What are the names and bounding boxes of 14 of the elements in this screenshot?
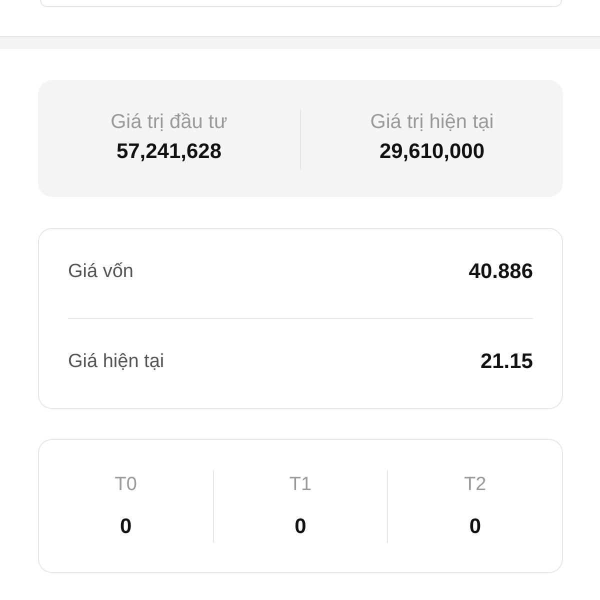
price-label: Giá hiện tại <box>68 350 164 372</box>
summary-value: 29,610,000 <box>379 140 485 164</box>
settlement-label: T2 <box>464 474 486 496</box>
price-value: 21.15 <box>480 350 533 374</box>
summary-label: Giá trị đầu tư <box>110 110 228 134</box>
summary-label: Giá trị hiện tại <box>370 110 494 134</box>
settlement-value: 0 <box>469 516 482 538</box>
settlement-label: T0 <box>114 474 137 496</box>
summary-value: 57,241,628 <box>116 140 222 164</box>
price-value: 40.886 <box>468 260 533 284</box>
settlement-value: 0 <box>294 516 306 538</box>
settlement-label: T1 <box>289 474 312 496</box>
settlement-value: 0 <box>120 516 132 538</box>
price-label: Giá vốn <box>68 260 134 282</box>
